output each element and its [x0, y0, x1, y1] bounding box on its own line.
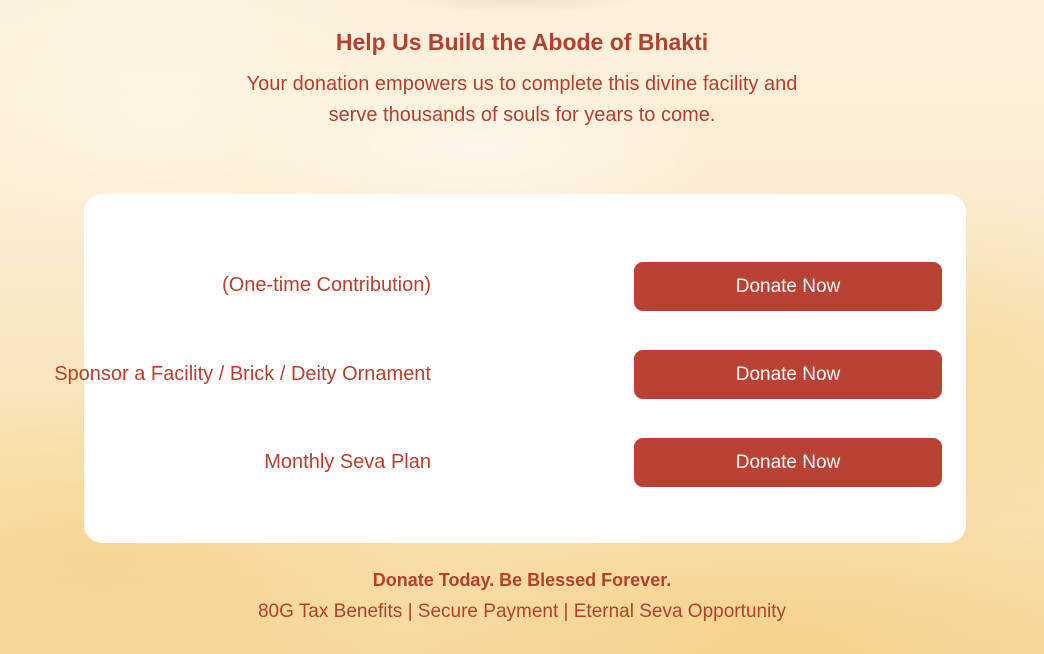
decorative-top-shape — [388, 0, 648, 14]
donation-options-card: (One-time Contribution) Donate Now Spons… — [54, 194, 966, 543]
page-title: Help Us Build the Abode of Bhakti — [335, 29, 709, 55]
footer-tagline: Donate Today. Be Blessed Forever. — [372, 570, 672, 590]
donation-option-label-one-time: (One-time Contribution) — [222, 274, 431, 296]
subtitle-line-1: Your donation empowers us to complete th… — [246, 73, 798, 95]
donation-option-label-sponsor: Sponsor a Facility / Brick / Deity Ornam… — [54, 363, 431, 385]
donation-option-label-monthly: Monthly Seva Plan — [264, 451, 431, 473]
page-subtitle: Your donation empowers us to complete th… — [0, 69, 1044, 131]
donate-now-button-monthly[interactable]: Donate Now — [634, 438, 942, 487]
donate-now-button-sponsor[interactable]: Donate Now — [634, 350, 942, 399]
subtitle-line-2: serve thousands of souls for years to co… — [328, 104, 716, 126]
donate-now-button-one-time[interactable]: Donate Now — [634, 262, 942, 311]
footer-benefits: 80G Tax Benefits | Secure Payment | Eter… — [257, 601, 787, 622]
